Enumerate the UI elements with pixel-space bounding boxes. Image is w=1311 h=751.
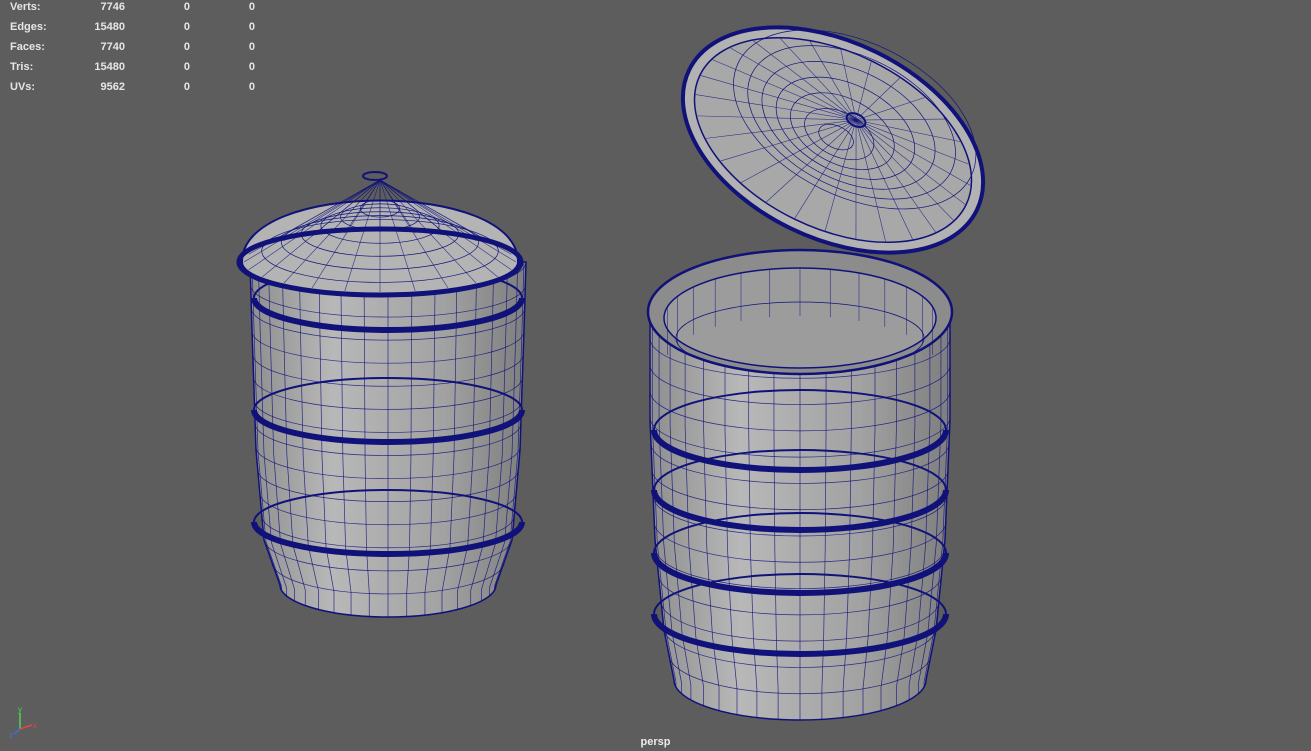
- axis-gizmo-icon: y x z: [9, 705, 37, 739]
- hud-uv: 0: [248, 41, 255, 53]
- hud-label: Tris:: [10, 61, 34, 73]
- closed-barrel[interactable]: [249, 261, 527, 618]
- hud-total: 15480: [94, 21, 125, 33]
- hud-label: Edges:: [10, 21, 47, 33]
- dome-cap: [362, 171, 388, 181]
- hud-uv: 0: [248, 21, 255, 33]
- hud-label: Faces:: [10, 41, 45, 53]
- closed-barrel-dome[interactable]: [236, 171, 524, 298]
- z-axis-line: [13, 728, 21, 735]
- hud-selected: 0: [183, 61, 190, 73]
- hud-selected: 0: [183, 21, 190, 33]
- camera-name-label: persp: [640, 736, 671, 748]
- hud-uv: 0: [248, 61, 255, 73]
- hud-selected: 0: [183, 41, 190, 53]
- hud-total: 9562: [100, 81, 125, 93]
- x-axis-label: x: [33, 721, 37, 730]
- x-axis-line: [19, 724, 33, 730]
- hud-uv: 0: [248, 81, 255, 93]
- hud-selected: 0: [183, 1, 190, 13]
- open-barrel-opening: [646, 248, 954, 376]
- scene-canvas[interactable]: [0, 0, 1311, 751]
- hud-selected: 0: [183, 81, 190, 93]
- y-axis-label: y: [18, 705, 22, 714]
- hud-total: 7740: [100, 41, 125, 53]
- hud-label: UVs:: [10, 81, 36, 93]
- hud-total: 7746: [100, 1, 125, 13]
- persp-viewport[interactable]: Verts: 7746 0 0 Edges: 15480 0 0 Faces: …: [0, 0, 1311, 751]
- hud-total: 15480: [94, 61, 125, 73]
- hud-label: Verts:: [10, 1, 41, 13]
- hud-uv: 0: [248, 1, 255, 13]
